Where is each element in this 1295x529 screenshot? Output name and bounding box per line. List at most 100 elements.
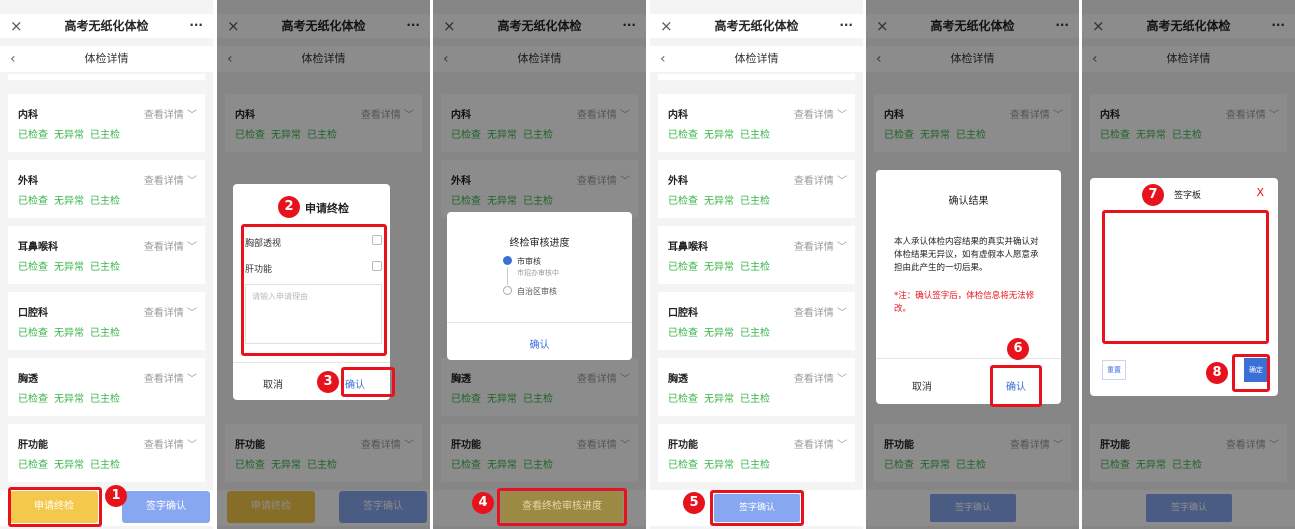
exam-card-internal[interactable]: 内科 查看详情 ﹀ 已检查 无异常 已主检 — [658, 94, 855, 152]
exam-status-tags: 已检查 无异常 已主检 — [18, 328, 120, 339]
exam-name: 外科 — [668, 176, 688, 187]
exam-name: 肝功能 — [668, 440, 698, 451]
view-details-link[interactable]: 查看详情 ﹀ — [794, 436, 847, 451]
view-details-link[interactable]: 查看详情 ﹀ — [144, 172, 197, 187]
dialog-title: 终检审核进度 — [509, 238, 570, 249]
exam-name: 胸透 — [18, 374, 38, 385]
step-dot-active — [503, 256, 512, 265]
exam-card-surgery[interactable]: 外科 查看详情 ﹀ 已检查 无异常 已主检 — [8, 160, 205, 218]
exam-card-ent[interactable]: 耳鼻喉科 查看详情 ﹀ 已检查 无异常 已主检 — [8, 226, 205, 284]
view-details-link[interactable]: 查看详情 ﹀ — [144, 304, 197, 319]
view-details-link[interactable]: 查看详情 ﹀ — [794, 238, 847, 253]
step-badge: 8 — [1206, 362, 1228, 384]
exam-card-ent[interactable]: 耳鼻喉科 查看详情 ﹀ 已检查 无异常 已主检 — [658, 226, 855, 284]
exam-status-tags: 已检查 无异常 已主检 — [668, 130, 770, 141]
exam-card-dental[interactable]: 口腔科 查看详情 ﹀ 已检查 无异常 已主检 — [658, 292, 855, 350]
view-details-link[interactable]: 查看详情 ﹀ — [794, 172, 847, 187]
warning-note: *注：确认签字后，体检信息将无法修改。 — [894, 291, 1035, 314]
dialog-title: 签字板 — [1174, 191, 1202, 201]
progress-dialog: 终检审核进度 市审核 市招办审核中 自治区审核 确认 — [447, 212, 632, 360]
highlight-box — [241, 224, 387, 356]
screen-3: × 高考无纸化体检 ··· ‹ 体检详情 内科 查看详情 ﹀ 已检查 无异常 已主检… — [433, 0, 646, 529]
dialog-title: 申请终检 — [305, 202, 349, 215]
screen-5: × 高考无纸化体检 ··· ‹ 体检详情 内科 查看详情 ﹀ 已检查 无异常 已主检… — [866, 0, 1079, 529]
exam-card-surgery[interactable]: 外科 查看详情 ﹀ 已检查 无异常 已主检 — [658, 160, 855, 218]
highlight-box — [990, 365, 1042, 407]
view-details-link[interactable]: 查看详情 ﹀ — [794, 370, 847, 385]
screen-4: × 高考无纸化体检 ··· ‹ 体检详情 内科 查看详情 ﹀ 已检查 无异常 已主检… — [650, 0, 863, 529]
step-connector — [507, 267, 508, 285]
step-label: 市审核 — [517, 257, 541, 266]
exam-card-internal[interactable]: 内科 查看详情 ﹀ 已检查 无异常 已主检 — [8, 94, 205, 152]
confirm-button[interactable]: 确认 — [447, 336, 632, 351]
step-status: 市招办审核中 — [517, 269, 559, 277]
exam-name: 内科 — [668, 110, 688, 121]
declaration-text: 本人承认体检内容结果的真实并确认对体检结果无异议，如有虚假本人愿意承担由此产生的… — [894, 237, 1039, 273]
exam-name: 肝功能 — [18, 440, 48, 451]
step-dot — [503, 286, 512, 295]
screen-1: × 高考无纸化体检 ··· ‹ 体检详情 内科 查看详情 ﹀ 已检查 无异常 已主检… — [0, 0, 213, 529]
sign-confirm-button[interactable]: 签字确认 — [122, 491, 210, 523]
screen-6: × 高考无纸化体检 ··· ‹ 体检详情 内科 查看详情 ﹀ 已检查 无异常 已主检… — [1082, 0, 1295, 529]
view-details-link[interactable]: 查看详情 ﹀ — [144, 238, 197, 253]
page-title: 体检详情 — [734, 52, 779, 65]
exam-card-dental[interactable]: 口腔科 查看详情 ﹀ 已检查 无异常 已主检 — [8, 292, 205, 350]
divider — [876, 358, 1061, 359]
exam-status-tags: 已检查 无异常 已主检 — [668, 328, 770, 339]
step-badge: 4 — [472, 492, 494, 514]
exam-status-tags: 已检查 无异常 已主检 — [668, 460, 770, 471]
exam-status-tags: 已检查 无异常 已主检 — [18, 394, 120, 405]
dialog-title: 确认结果 — [948, 196, 989, 207]
exam-status-tags: 已检查 无异常 已主检 — [18, 196, 120, 207]
exam-name: 耳鼻喉科 — [18, 242, 58, 253]
step-badge: 5 — [683, 492, 705, 514]
divider — [447, 322, 632, 323]
exam-card-chest[interactable]: 胸透 查看详情 ﹀ 已检查 无异常 已主检 — [8, 358, 205, 416]
view-details-link[interactable]: 查看详情 ﹀ — [794, 304, 847, 319]
view-details-link[interactable]: 查看详情 ﹀ — [794, 106, 847, 121]
step-badge: 2 — [278, 196, 300, 218]
list-top-strip — [658, 74, 855, 80]
exam-status-tags: 已检查 无异常 已主检 — [18, 130, 120, 141]
exam-status-tags: 已检查 无异常 已主检 — [18, 460, 120, 471]
highlight-box — [1232, 354, 1270, 392]
close-icon[interactable]: X — [1256, 186, 1264, 199]
exam-name: 口腔科 — [18, 308, 48, 319]
more-icon[interactable]: ··· — [839, 14, 853, 36]
screen-2: × 高考无纸化体检 ··· ‹ 体检详情 内科 查看详情 ﹀ 已检查 无异常 已主检… — [217, 0, 430, 529]
exam-name: 外科 — [18, 176, 38, 187]
view-details-link[interactable]: 查看详情 ﹀ — [144, 436, 197, 451]
exam-status-tags: 已检查 无异常 已主检 — [668, 196, 770, 207]
page-title: 体检详情 — [84, 52, 129, 65]
app-title: 高考无纸化体检 — [64, 19, 149, 33]
exam-status-tags: 已检查 无异常 已主检 — [668, 394, 770, 405]
cancel-button[interactable]: 取消 — [912, 378, 932, 393]
exam-name: 耳鼻喉科 — [668, 242, 708, 253]
highlight-box — [497, 488, 627, 526]
exam-status-tags: 已检查 无异常 已主检 — [18, 262, 120, 273]
app-title: 高考无纸化体检 — [714, 19, 799, 33]
divider — [233, 362, 390, 363]
cancel-button[interactable]: 取消 — [263, 376, 283, 391]
view-details-link[interactable]: 查看详情 ﹀ — [144, 370, 197, 385]
step-badge: 1 — [105, 485, 127, 507]
sub-header: ‹ 体检详情 — [650, 46, 863, 72]
step-badge: 6 — [1007, 338, 1029, 360]
step-badge: 7 — [1142, 184, 1164, 206]
exam-card-liver[interactable]: 肝功能 查看详情 ﹀ 已检查 无异常 已主检 — [8, 424, 205, 482]
title-bar: × 高考无纸化体检 ··· — [0, 14, 213, 38]
sub-header: ‹ 体检详情 — [0, 46, 213, 72]
exam-card-chest[interactable]: 胸透 查看详情 ﹀ 已检查 无异常 已主检 — [658, 358, 855, 416]
reset-button[interactable]: 重置 — [1102, 360, 1126, 380]
highlight-box — [8, 487, 102, 527]
step-label: 自治区审核 — [517, 287, 557, 296]
highlight-box — [710, 490, 804, 526]
step-badge: 3 — [317, 371, 339, 393]
exam-card-liver[interactable]: 肝功能 查看详情 ﹀ 已检查 无异常 已主检 — [658, 424, 855, 482]
exam-status-tags: 已检查 无异常 已主检 — [668, 262, 770, 273]
exam-name: 口腔科 — [668, 308, 698, 319]
view-details-link[interactable]: 查看详情 ﹀ — [144, 106, 197, 121]
more-icon[interactable]: ··· — [189, 14, 203, 36]
exam-name: 胸透 — [668, 374, 688, 385]
highlight-box — [341, 367, 395, 397]
